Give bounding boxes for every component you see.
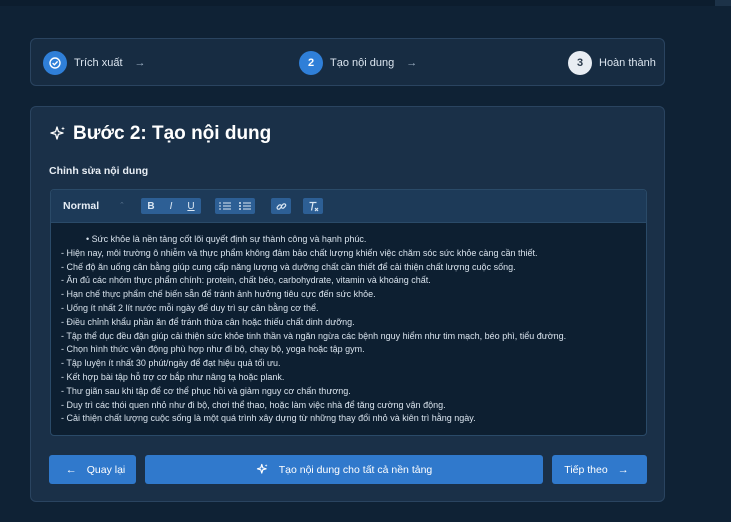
arrow-left-icon: ← [65, 463, 77, 476]
editor-line: - Tập thể dục đều đặn giúp cải thiện sức… [61, 330, 567, 341]
step-label: Trích xuất [74, 57, 123, 69]
editor-line: - Chế độ ăn uống cân bằng giúp cung cấp … [61, 261, 516, 272]
editor-line: - Hạn chế thực phẩm chế biến sẵn để trán… [61, 289, 376, 300]
editor-line: - Duy trì các thói quen nhỏ như đi bộ, c… [61, 399, 446, 410]
sparkle-icon [50, 126, 65, 140]
link-group [271, 198, 291, 214]
page-title: Bước 2: Tạo nội dung [49, 123, 271, 145]
text-style-group: B I U [141, 198, 201, 214]
editor-line: - Ăn đủ các nhóm thực phẩm chính: protei… [61, 275, 431, 286]
editor-content[interactable]: • Sức khỏe là nền tảng cốt lõi quyết địn… [51, 223, 646, 426]
step-create-content[interactable]: 2 Tạo nội dung → [299, 51, 417, 75]
step-number: 3 [568, 51, 592, 75]
arrow-right-icon: → [406, 57, 418, 69]
arrow-right-icon: → [134, 57, 146, 69]
step-complete[interactable]: 3 Hoàn thành [568, 51, 656, 75]
rich-text-editor[interactable]: Normal ⌃ B I U • Sức khỏe là nền tảng cố… [50, 189, 647, 436]
arrow-right-icon: → [617, 463, 629, 476]
caret-icon: ⌃ [119, 202, 125, 209]
next-button[interactable]: Tiếp theo → [552, 455, 647, 484]
editor-toolbar: Normal ⌃ B I U [51, 190, 646, 223]
scrollbar-thumb[interactable] [715, 0, 731, 6]
editor-line: - Kết hợp bài tập hỗ trợ cơ bắp như nâng… [61, 371, 285, 382]
sparkle-icon [256, 463, 268, 474]
editor-line: - Uống ít nhất 2 lít nước mỗi ngày để du… [61, 302, 319, 313]
content-card: Bước 2: Tạo nội dung Chỉnh sửa nội dung … [30, 106, 665, 502]
format-select[interactable]: Normal [63, 200, 99, 212]
bullet-list-icon[interactable] [235, 198, 255, 214]
editor-line: - Tập luyện ít nhất 30 phút/ngày để đạt … [61, 358, 281, 369]
back-button[interactable]: ← Quay lại [49, 455, 136, 484]
step-label: Hoàn thành [599, 57, 656, 69]
generate-button-label: Tạo nội dung cho tất cả nền tảng [278, 463, 433, 476]
step-label: Tạo nội dung [330, 57, 395, 69]
ordered-list-icon[interactable] [215, 198, 235, 214]
back-button-label: Quay lại [86, 463, 126, 476]
link-icon[interactable] [271, 198, 291, 214]
generate-all-platforms-button[interactable]: Tạo nội dung cho tất cả nền tảng [145, 455, 543, 484]
section-label: Chỉnh sửa nội dung [49, 165, 149, 177]
progress-stepper: Trích xuất → 2 Tạo nội dung → 3 Hoàn thà… [30, 38, 665, 86]
clear-format-icon[interactable] [303, 198, 323, 214]
check-circle-icon [43, 51, 67, 75]
editor-line: - Thư giãn sau khi tập để cơ thể phục hồ… [61, 385, 351, 396]
window-top-strip [0, 0, 731, 6]
bold-button[interactable]: B [141, 198, 161, 214]
editor-line: - Cải thiện chất lượng cuộc sống là một … [61, 413, 476, 424]
underline-button[interactable]: U [181, 198, 201, 214]
title-text: Bước 2: Tạo nội dung [73, 123, 272, 144]
editor-line: - Chọn hình thức vận động phù hợp như đi… [61, 344, 365, 355]
editor-line: - Hiện nay, môi trường ô nhiễm và thực p… [61, 247, 538, 258]
next-button-label: Tiếp theo [564, 463, 608, 476]
clear-format-group [303, 198, 323, 214]
step-number: 2 [299, 51, 323, 75]
list-group [215, 198, 255, 214]
editor-line: - Điều chỉnh khẩu phần ăn để tránh thừa … [61, 316, 355, 327]
editor-line: • Sức khỏe là nền tảng cốt lõi quyết địn… [86, 234, 367, 244]
italic-button[interactable]: I [161, 198, 181, 214]
step-extract[interactable]: Trích xuất → [43, 51, 146, 75]
